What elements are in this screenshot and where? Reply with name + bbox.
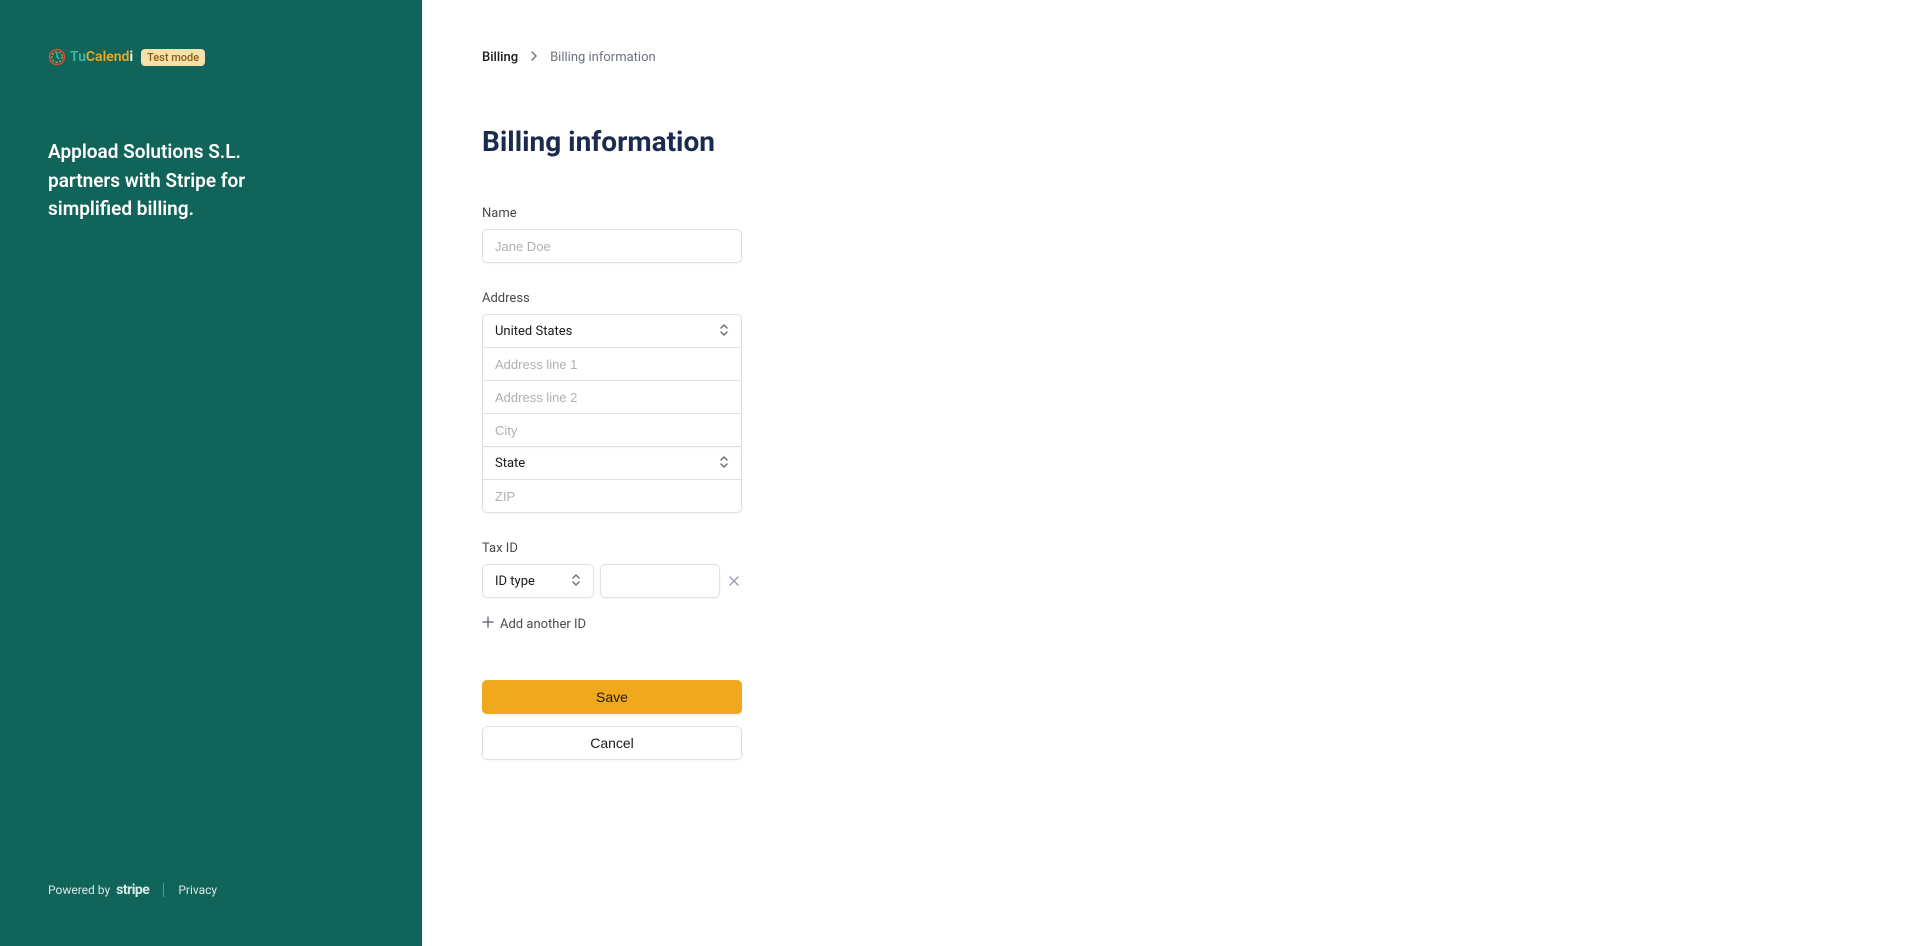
city-input[interactable]: [482, 413, 742, 447]
breadcrumb-current: Billing information: [550, 50, 656, 65]
footer-divider: [163, 883, 164, 897]
name-input[interactable]: [482, 229, 742, 263]
breadcrumb-billing-link[interactable]: Billing: [482, 50, 518, 65]
billing-form: Name Address United States State: [482, 206, 742, 760]
tax-id-type-select[interactable]: ID type: [482, 564, 594, 598]
select-updown-icon: [719, 455, 729, 472]
stripe-logo: stripe: [116, 882, 149, 898]
remove-tax-id-button[interactable]: [726, 572, 742, 591]
tax-id-input[interactable]: [600, 564, 720, 598]
name-group: Name: [482, 206, 742, 263]
breadcrumb: Billing Billing information: [482, 50, 1860, 65]
name-label: Name: [482, 206, 742, 221]
add-another-id-label: Add another ID: [500, 617, 586, 632]
logo-text: TuCalendi: [70, 49, 133, 65]
address-group: Address United States State: [482, 291, 742, 513]
state-select-value: State: [495, 456, 525, 471]
main-content: Billing Billing information Billing info…: [422, 0, 1920, 946]
save-button[interactable]: Save: [482, 680, 742, 714]
address-label: Address: [482, 291, 742, 306]
powered-by-label: Powered by: [48, 883, 110, 897]
tax-id-type-value: ID type: [495, 574, 535, 589]
chevron-right-icon: [530, 50, 538, 65]
sidebar: TuCalendi Test mode Appload Solutions S.…: [0, 0, 422, 946]
tax-label: Tax ID: [482, 541, 742, 556]
clock-icon: [48, 48, 66, 66]
plus-icon: [482, 616, 494, 632]
add-another-id-button[interactable]: Add another ID: [482, 616, 742, 632]
country-select[interactable]: United States: [482, 314, 742, 348]
cancel-button[interactable]: Cancel: [482, 726, 742, 760]
zip-input[interactable]: [482, 479, 742, 513]
test-mode-badge: Test mode: [141, 49, 205, 66]
tax-group: Tax ID ID type Add another ID: [482, 541, 742, 632]
select-updown-icon: [719, 323, 729, 340]
state-select[interactable]: State: [482, 446, 742, 480]
button-group: Save Cancel: [482, 680, 742, 760]
select-updown-icon: [571, 573, 581, 590]
privacy-link[interactable]: Privacy: [178, 883, 217, 897]
address-stack: United States State: [482, 314, 742, 513]
tax-row: ID type: [482, 564, 742, 598]
logo-row: TuCalendi Test mode: [48, 48, 374, 66]
page-title: Billing information: [482, 125, 1860, 158]
sidebar-footer: Powered by stripe Privacy: [48, 882, 374, 898]
address-line1-input[interactable]: [482, 347, 742, 381]
logo[interactable]: TuCalendi: [48, 48, 133, 66]
country-select-value: United States: [495, 324, 572, 339]
partner-text: Appload Solutions S.L. partners with Str…: [48, 138, 308, 224]
powered-by[interactable]: Powered by stripe: [48, 882, 149, 898]
address-line2-input[interactable]: [482, 380, 742, 414]
